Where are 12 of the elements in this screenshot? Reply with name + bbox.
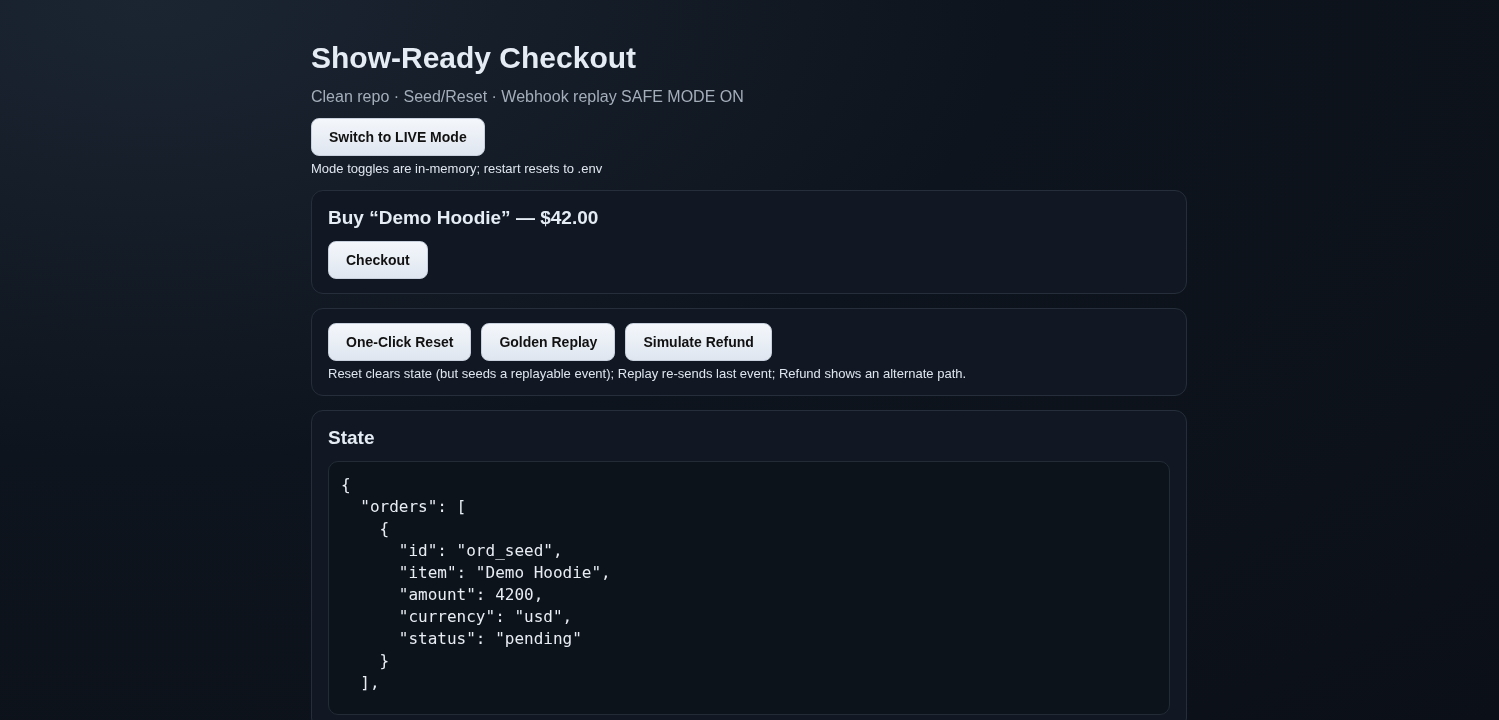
action-button[interactable]: Golden Replay: [481, 323, 616, 361]
state-code-block: { "orders": [ { "id": "ord_seed", "item": "Demo Hoodie", "amount": 4200, "currency": "usd", "status": "pending" } ],: [328, 461, 1170, 715]
page-title: Show-Ready Checkout: [311, 40, 638, 76]
mode-note: Mode toggles are in-memory; restart resets to .env: [311, 161, 604, 176]
product-title: Buy “Demo Hoodie” — $42.00: [328, 207, 600, 229]
checkout-button[interactable]: Checkout: [328, 241, 428, 279]
actions-note: Reset clears state (but seeds a replayable event); Replay re-sends last event; Refund shows an alternate path.: [328, 366, 968, 381]
action-button[interactable]: One-Click Reset: [328, 323, 472, 361]
action-button[interactable]: Simulate Refund: [625, 323, 772, 361]
page-subtitle: Clean repo · Seed/Reset · Webhook replay SAFE MODE ON: [311, 88, 745, 106]
state-title: State: [328, 427, 376, 449]
switch-mode-button[interactable]: Switch to LIVE Mode: [311, 118, 485, 156]
